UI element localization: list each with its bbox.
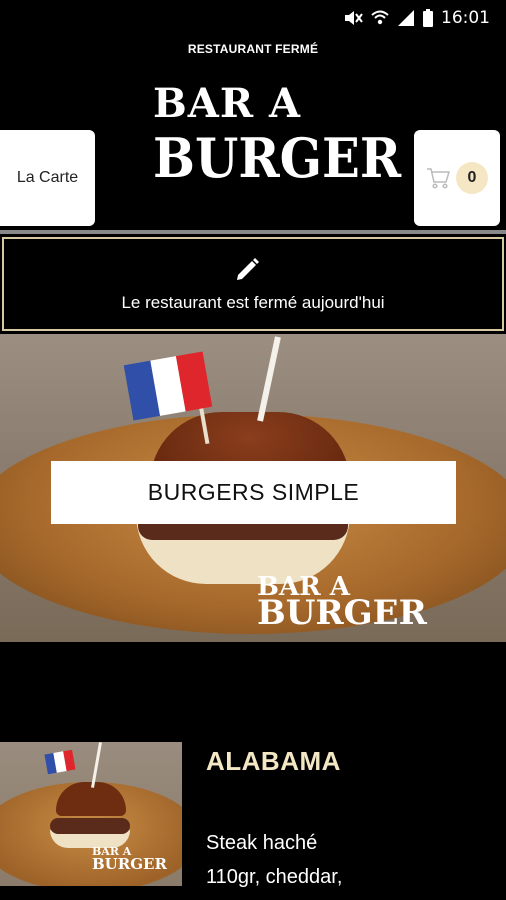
logo: BAR A BURGER [153,80,401,192]
status-bar: 16:01 [0,0,506,36]
product-name: ALABAMA [206,746,341,776]
product-thumbnail: BAR A BURGER [0,742,182,886]
mute-icon [345,11,363,25]
cart-count-badge: 0 [456,162,488,194]
category-banner[interactable]: BURGERS SIMPLE BAR A BURGER [0,334,506,642]
thumb-watermark-line2: BURGER [92,855,167,873]
thumbnail-watermark-logo: BAR A BURGER [92,846,167,872]
cart-icon [427,168,450,189]
watermark-line2: BURGER [257,593,427,633]
pencil-icon [237,258,259,280]
logo-line2: BURGER [153,126,402,190]
product-item[interactable]: BAR A BURGER ALABAMA Steak haché 110gr, … [0,742,506,900]
closed-notice: Le restaurant est fermé aujourd'hui [2,237,504,331]
skewer-image [257,336,281,422]
french-flag-icon [44,749,76,775]
status-icons: 16:01 [343,8,490,28]
menu-button[interactable]: La Carte [0,130,95,226]
header-divider [0,230,506,234]
wifi-icon [371,10,389,25]
category-label: BURGERS SIMPLE [147,479,360,505]
closed-notice-text: Le restaurant est fermé aujourd'hui [121,293,385,312]
category-button-burgers-simple[interactable]: BURGERS SIMPLE [51,461,456,524]
status-time: 16:01 [441,8,490,28]
restaurant-status-label: RESTAURANT FERMÉ [187,42,319,56]
signal-icon [398,10,414,26]
battery-icon [423,9,433,27]
product-description: Steak haché 110gr, cheddar, [206,832,343,888]
cart-button[interactable]: 0 [414,130,500,226]
menu-button-label: La Carte [16,169,79,186]
logo-line1: BAR A [153,80,302,127]
